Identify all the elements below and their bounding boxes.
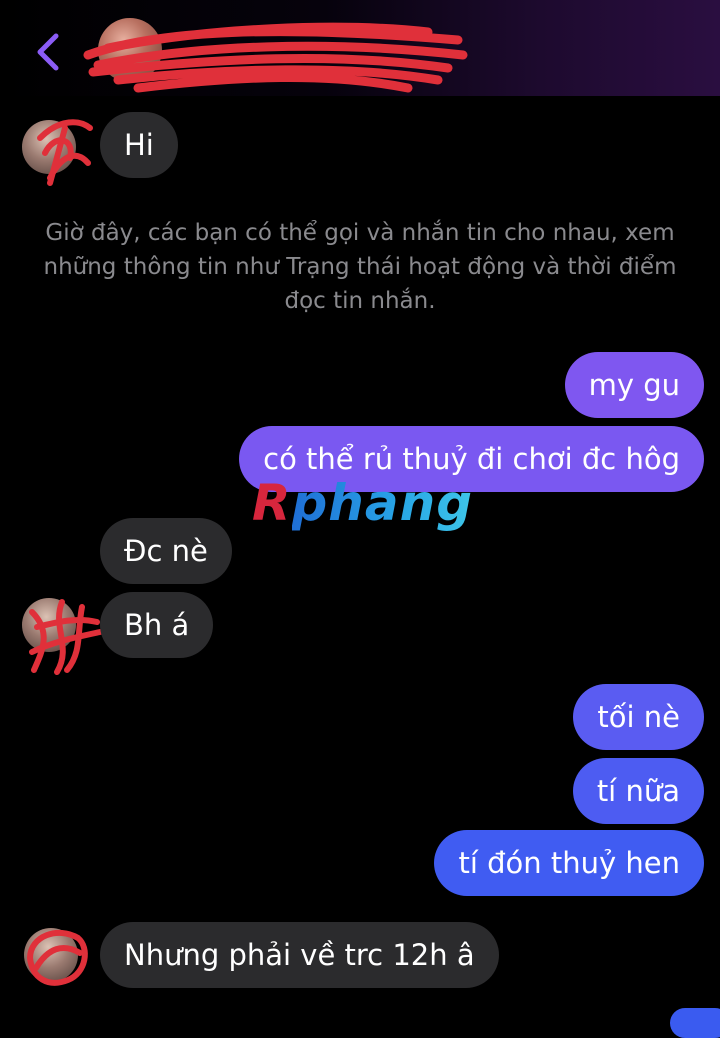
message-bubble-outgoing[interactable]: tí nữa (572, 758, 704, 824)
sender-avatar[interactable] (22, 120, 76, 174)
message-bubble-outgoing[interactable]: tí đón thuỷ hen (434, 830, 704, 896)
watermark-rest: phang (291, 474, 474, 532)
contact-avatar[interactable] (98, 18, 162, 82)
message-bubble-incoming[interactable]: Hi (100, 112, 178, 178)
chat-header (0, 0, 720, 96)
message-bubble-outgoing[interactable]: tối nè (573, 684, 704, 750)
message-bubble-incoming[interactable]: Đc nè (100, 518, 232, 584)
message-bubble-outgoing-partial[interactable] (670, 1008, 720, 1038)
system-notice: Giờ đây, các bạn có thể gọi và nhắn tin … (43, 220, 677, 314)
chevron-left-icon (37, 33, 59, 71)
message-bubble-incoming[interactable]: Bh á (100, 592, 214, 658)
back-button[interactable] (28, 28, 68, 76)
watermark-logo: Rphang (252, 474, 473, 532)
sender-avatar[interactable] (22, 598, 76, 652)
message-bubble-outgoing[interactable]: my gu (564, 352, 704, 418)
sender-avatar[interactable] (24, 928, 78, 982)
message-bubble-incoming[interactable]: Nhưng phải về trc 12h â (100, 922, 499, 988)
watermark-first-letter: R (252, 474, 292, 532)
